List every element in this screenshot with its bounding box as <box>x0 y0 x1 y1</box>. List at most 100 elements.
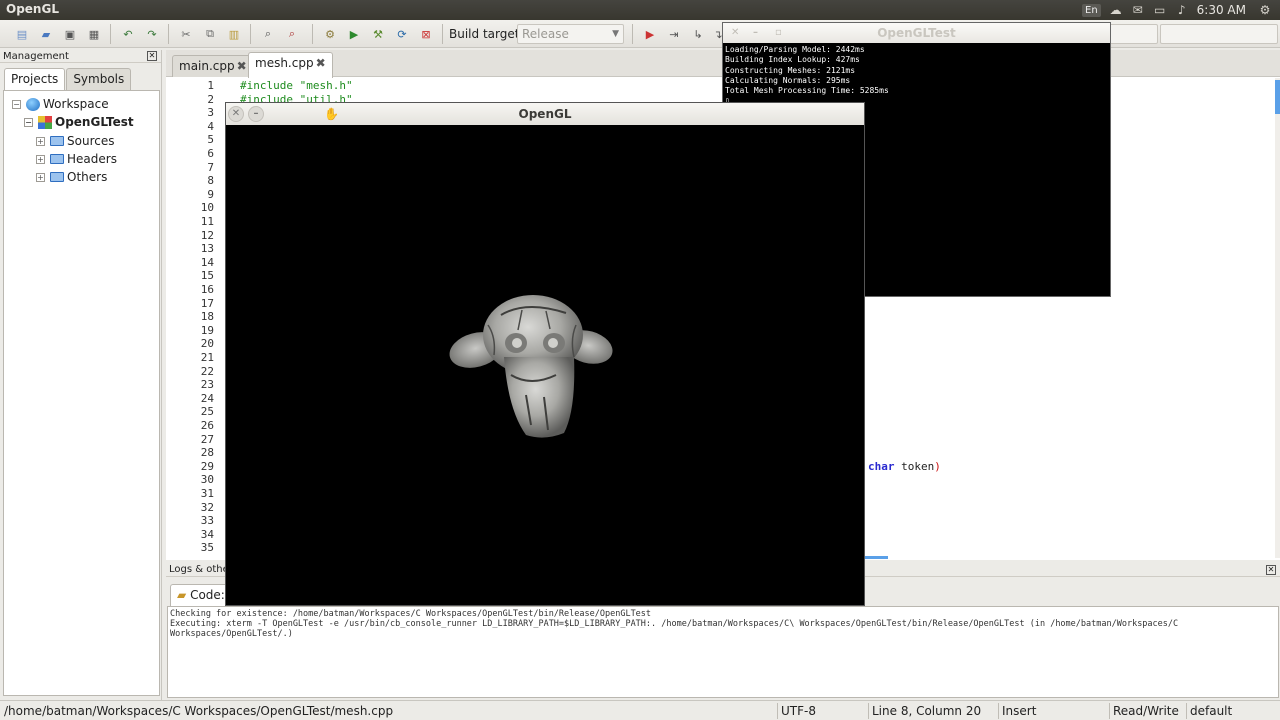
chat-icon[interactable]: ✉ <box>1131 4 1145 16</box>
tab-main-cpp[interactable]: main.cpp ✖ <box>172 55 254 77</box>
gear-icon[interactable]: ⚙ <box>1258 4 1272 16</box>
redo-icon[interactable]: ↷ <box>144 26 160 42</box>
paste-icon[interactable]: ▥ <box>226 26 242 42</box>
build-and-run-icon[interactable]: ⚒ <box>370 26 386 42</box>
maximize-icon[interactable]: ▫ <box>775 23 782 43</box>
monkey-head-render <box>449 295 613 438</box>
line-number: 8 <box>207 174 214 188</box>
debug-run-icon[interactable]: ▶ <box>642 26 658 42</box>
mail-icon[interactable]: ▭ <box>1153 4 1167 16</box>
tab-mesh-cpp[interactable]: mesh.cpp ✖ <box>248 52 333 78</box>
close-icon[interactable]: ✕ <box>228 106 244 122</box>
status-encoding: UTF-8 <box>781 704 816 718</box>
rebuild-icon[interactable]: ⟳ <box>394 26 410 42</box>
opengl-viewport[interactable] <box>226 125 864 605</box>
expand-icon[interactable]: + <box>36 172 45 182</box>
save-all-icon[interactable]: ▦ <box>86 26 102 42</box>
minimize-icon[interactable]: – <box>248 106 264 122</box>
cut-icon[interactable]: ✂ <box>178 26 194 42</box>
folder-icon <box>50 136 64 146</box>
tab-symbols[interactable]: Symbols <box>66 68 132 90</box>
toolbar-right-box[interactable] <box>1160 24 1278 44</box>
open-file-icon[interactable]: ▰ <box>38 26 54 42</box>
terminal-line: Calculating Normals: 295ms <box>725 75 851 85</box>
folder-icon <box>50 154 64 164</box>
line-number: 22 <box>200 364 214 378</box>
system-tray: En ☁ ✉ ▭ ♪ 6:30 AM ⚙ <box>1082 0 1280 20</box>
log-line: Executing: xterm -T OpenGLTest -e /usr/b… <box>170 619 1179 639</box>
tab-label: mesh.cpp <box>255 56 314 70</box>
line-number: 3 <box>207 106 214 120</box>
replace-icon[interactable]: ⌕ <box>284 26 300 42</box>
cloud-icon[interactable]: ☁ <box>1109 4 1123 16</box>
project-tree: − Workspace − OpenGLTest + Sources + Hea… <box>3 90 160 696</box>
close-icon[interactable]: ✖ <box>316 56 326 70</box>
clock[interactable]: 6:30 AM <box>1197 3 1246 17</box>
line-number: 25 <box>200 405 214 419</box>
line-number: 27 <box>200 432 214 446</box>
undo-icon[interactable]: ↶ <box>120 26 136 42</box>
code-paren: ) <box>934 460 941 473</box>
editor-vertical-scrollbar[interactable] <box>1275 78 1280 558</box>
expand-icon[interactable]: + <box>36 154 45 164</box>
save-icon[interactable]: ▣ <box>62 26 78 42</box>
folder-label: Sources <box>67 134 115 148</box>
line-number: 16 <box>200 283 214 296</box>
code-line-2[interactable]: #include "util.h" <box>240 93 353 102</box>
minimize-icon[interactable]: – <box>753 23 758 43</box>
tree-folder-others[interactable]: + Others <box>36 169 107 185</box>
line-number: 2 <box>207 92 214 106</box>
keyboard-layout-indicator[interactable]: En <box>1082 3 1101 17</box>
new-file-icon[interactable]: ▤ <box>14 26 30 42</box>
close-icon[interactable]: ✕ <box>1266 565 1276 575</box>
tree-folder-sources[interactable]: + Sources <box>36 133 114 149</box>
opengl-window[interactable]: ✕ – ✋ OpenGL <box>225 102 865 606</box>
build-target-select[interactable]: Release ▼ <box>517 24 624 44</box>
line-number: 31 <box>200 487 214 500</box>
line-number: 7 <box>207 160 214 174</box>
collapse-icon[interactable]: − <box>24 117 33 127</box>
opengl-title: OpenGL <box>518 107 572 121</box>
terminal-line: Loading/Parsing Model: 2442ms <box>725 45 865 54</box>
line-number: 19 <box>200 323 214 337</box>
close-icon[interactable]: ✕ <box>731 23 739 43</box>
line-number: 26 <box>200 419 214 432</box>
management-title: Management <box>3 51 69 62</box>
run-icon[interactable]: ▶ <box>346 26 362 42</box>
volume-icon[interactable]: ♪ <box>1175 4 1189 16</box>
copy-icon[interactable]: ⧉ <box>202 26 218 42</box>
log-output[interactable]: Checking for existence: /home/batman/Wor… <box>167 606 1279 698</box>
build-icon[interactable]: ⚙ <box>322 26 338 42</box>
terminal-output[interactable]: Loading/Parsing Model: 2442ms Building I… <box>723 43 1110 109</box>
tree-project[interactable]: − OpenGLTest <box>24 114 134 130</box>
tab-label: main.cpp <box>179 59 235 73</box>
terminal-titlebar[interactable]: ✕ – ▫ OpenGLTest <box>723 23 1110 43</box>
code-line-1[interactable]: #include "mesh.h" <box>240 79 353 92</box>
active-app-title: OpenGL <box>6 2 59 16</box>
abort-icon[interactable]: ⊠ <box>418 26 434 42</box>
terminal-title: OpenGLTest <box>877 26 956 40</box>
line-number: 35 <box>200 541 214 555</box>
scrollbar-thumb[interactable] <box>1275 80 1280 114</box>
log-tab-label: Code:: <box>190 588 229 602</box>
next-line-icon[interactable]: ↳ <box>690 26 706 42</box>
run-to-cursor-icon[interactable]: ⇥ <box>666 26 682 42</box>
line-number: 14 <box>200 255 214 269</box>
toolbar-right-select[interactable] <box>1108 24 1158 44</box>
opengl-titlebar[interactable]: ✕ – ✋ OpenGL <box>226 103 864 125</box>
find-icon[interactable]: ⌕ <box>260 26 276 42</box>
tab-projects[interactable]: Projects <box>4 68 66 90</box>
tree-workspace[interactable]: − Workspace <box>12 96 109 112</box>
collapse-icon[interactable]: − <box>12 99 21 109</box>
chevron-down-icon: ▼ <box>612 29 619 39</box>
close-icon[interactable]: ✖ <box>237 59 247 73</box>
expand-icon[interactable]: + <box>36 136 45 146</box>
build-target-label: Build target: <box>449 27 524 41</box>
code-fragment[interactable]: char token) <box>868 460 941 473</box>
line-number: 18 <box>200 310 214 324</box>
folder-icon <box>50 172 64 182</box>
tree-folder-headers[interactable]: + Headers <box>36 151 117 167</box>
close-icon[interactable]: ✕ <box>147 51 157 61</box>
line-number: 24 <box>200 391 214 405</box>
workspace-icon <box>26 97 40 111</box>
